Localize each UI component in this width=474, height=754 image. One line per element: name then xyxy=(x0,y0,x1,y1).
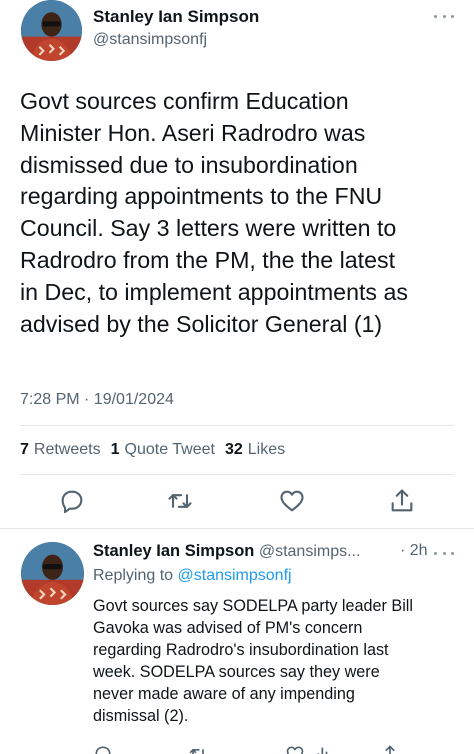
more-options-icon[interactable] xyxy=(434,12,454,20)
likes-count[interactable]: 32 xyxy=(225,441,243,459)
reply-time[interactable]: · 2h xyxy=(400,542,428,560)
retweets-label[interactable]: Retweets xyxy=(34,441,101,459)
author-name[interactable]: Stanley Ian Simpson xyxy=(93,7,259,27)
share-icon[interactable] xyxy=(388,487,416,515)
retweets-count[interactable]: 7 xyxy=(20,441,29,459)
retweet-icon[interactable] xyxy=(166,487,194,515)
replying-to: Replying to @stansimpsonfj xyxy=(93,567,292,585)
more-options-icon[interactable] xyxy=(434,549,454,557)
avatar-photo xyxy=(21,542,84,605)
reply-author-avatar[interactable] xyxy=(21,542,84,605)
reply-author-handle[interactable]: @stansimps... xyxy=(259,543,361,560)
quotes-label[interactable]: Quote Tweet xyxy=(125,441,215,459)
tweet-timestamp[interactable]: 7:28 PM · 19/01/2024 xyxy=(20,391,174,409)
reply-icon[interactable] xyxy=(93,744,113,754)
main-tweet-header: Stanley Ian Simpson @stansimpsonfj xyxy=(0,0,474,70)
author-avatar[interactable] xyxy=(21,0,82,61)
divider xyxy=(20,425,454,426)
avatar-photo xyxy=(21,0,82,61)
author-handle[interactable]: @stansimpsonfj xyxy=(93,31,207,49)
tweet-text: Govt sources confirm Education Minister … xyxy=(20,88,408,337)
retweet-icon[interactable] xyxy=(188,744,208,754)
reply-header: Stanley Ian Simpson @stansimps... xyxy=(93,542,423,561)
replying-prefix: Replying to xyxy=(93,567,174,584)
reply-icon[interactable] xyxy=(58,487,86,515)
divider xyxy=(20,474,454,475)
quotes-count[interactable]: 1 xyxy=(111,441,120,459)
replying-mention[interactable]: @stansimpsonfj xyxy=(178,567,292,584)
like-icon[interactable] xyxy=(278,487,306,515)
reply-text: Govt sources say SODELPA party leader Bi… xyxy=(93,597,413,725)
views-icon[interactable] xyxy=(314,744,334,754)
likes-label[interactable]: Likes xyxy=(248,441,285,459)
divider xyxy=(0,528,474,529)
like-icon[interactable] xyxy=(285,744,305,754)
share-icon[interactable] xyxy=(380,744,400,754)
reply-author-name[interactable]: Stanley Ian Simpson xyxy=(93,542,254,560)
tweet-stats: 7 Retweets 1 Quote Tweet 32 Likes xyxy=(20,441,295,459)
